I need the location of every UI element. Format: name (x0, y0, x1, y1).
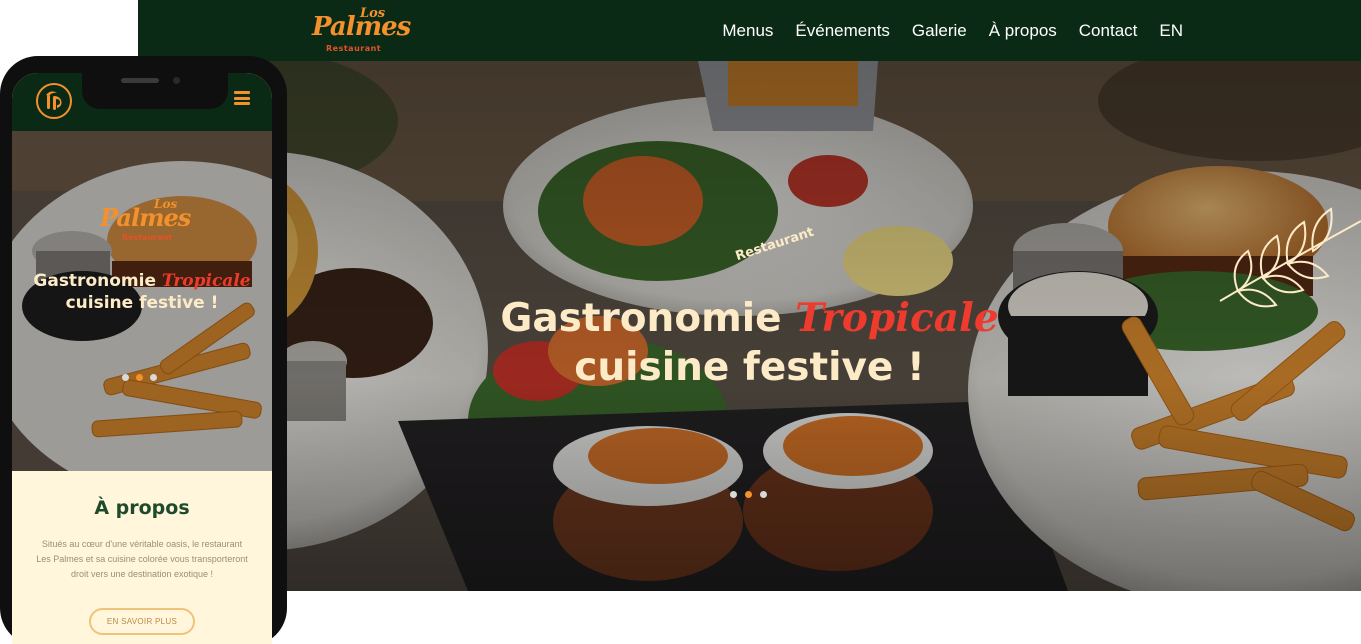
mobile-carousel-dots (122, 374, 157, 381)
language-switch[interactable]: EN (1159, 21, 1183, 41)
hero-accent-word: Tropicale (795, 295, 999, 341)
phone-screen: Los Palmes Restaurant Gastronomie Tropic… (12, 73, 272, 644)
mobile-carousel-dot-3[interactable] (150, 374, 157, 381)
mobile-hero-accent-word: Tropicale (161, 271, 251, 291)
hero-section: Restaurant Gastronomie Tropicale cuisine… (138, 61, 1361, 591)
phone-speaker (121, 78, 159, 83)
nav-item-galerie[interactable]: Galerie (912, 21, 967, 41)
brand-logo[interactable]: Los Palmes Restaurant (312, 4, 411, 56)
about-title: À propos (94, 497, 190, 519)
top-nav-bar: Los Palmes Restaurant Menus Événements G… (138, 0, 1361, 61)
mobile-hero-line-1-text: Gastronomie (33, 271, 162, 291)
main-menu: Menus Événements Galerie À propos Contac… (700, 21, 1183, 41)
about-text: Situés au cœur d'une véritable oasis, le… (27, 537, 257, 582)
desktop-mockup: Restaurant Gastronomie Tropicale cuisine… (138, 0, 1361, 591)
brand-name: Palmes (312, 12, 411, 42)
nav-item-menus[interactable]: Menus (722, 21, 773, 41)
mobile-hero-line-1: Gastronomie Tropicale (12, 271, 272, 291)
mobile-carousel-dot-2[interactable] (136, 374, 143, 381)
carousel-dot-1[interactable] (730, 491, 737, 498)
mobile-logo[interactable] (34, 81, 74, 121)
mobile-hero-headline: Gastronomie Tropicale cuisine festive ! (12, 271, 272, 313)
mobile-hero: Los Palmes Restaurant Gastronomie Tropic… (12, 131, 272, 471)
carousel-dot-2[interactable] (745, 491, 752, 498)
about-section: À propos Situés au cœur d'une véritable … (12, 471, 272, 644)
brand-tagline: Restaurant (326, 44, 382, 53)
hero-line-1: Gastronomie Tropicale (138, 295, 1361, 341)
mobile-carousel-dot-1[interactable] (122, 374, 129, 381)
hamburger-icon[interactable] (234, 91, 250, 105)
hero-line-2: cuisine festive ! (574, 345, 925, 390)
hero-line-1-text: Gastronomie (500, 296, 796, 341)
mobile-brand-tagline: Restaurant (122, 233, 173, 242)
carousel-dot-3[interactable] (760, 491, 767, 498)
carousel-dots (730, 491, 767, 498)
about-text-line-2: Les Palmes et sa cuisine colorée vous tr… (36, 554, 248, 564)
phone-camera (173, 77, 180, 84)
learn-more-button[interactable]: EN SAVOIR PLUS (88, 608, 196, 635)
page: Restaurant Gastronomie Tropicale cuisine… (0, 0, 1361, 644)
mobile-hero-line-2: cuisine festive ! (65, 293, 219, 313)
mobile-brand-name: Palmes (100, 203, 191, 232)
nav-item-a-propos[interactable]: À propos (989, 21, 1057, 41)
about-text-line-1: Situés au cœur d'une véritable oasis, le… (41, 539, 243, 549)
about-text-line-3: droit vers une destination exotique ! (70, 569, 214, 579)
hero-headline: Gastronomie Tropicale cuisine festive ! (138, 295, 1361, 390)
nav-item-contact[interactable]: Contact (1079, 21, 1138, 41)
nav-item-evenements[interactable]: Événements (795, 21, 890, 41)
phone-mockup: Los Palmes Restaurant Gastronomie Tropic… (0, 56, 287, 644)
mobile-brand-logo: Los Palmes Restaurant (98, 193, 198, 249)
